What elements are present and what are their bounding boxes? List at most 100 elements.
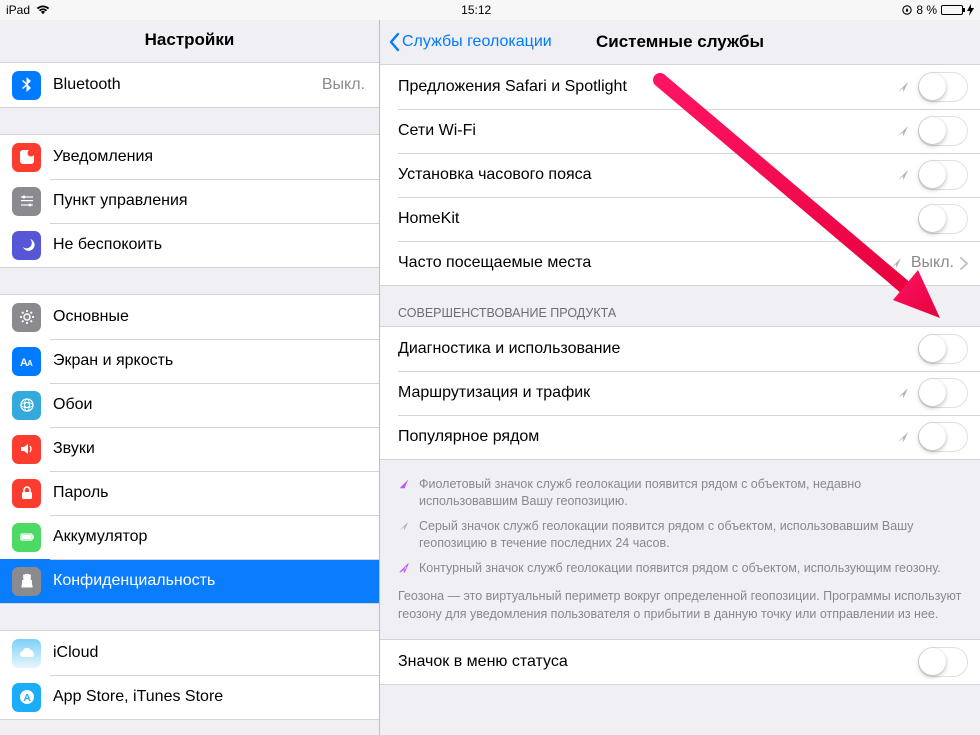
sidebar-item-privacy[interactable]: Конфиденциальность — [0, 559, 379, 603]
sidebar-item-general[interactable]: Основные — [0, 295, 379, 339]
setting-value: Выкл. — [911, 254, 954, 272]
setting-label: Сети Wi-Fi — [398, 122, 896, 140]
sidebar-item-display[interactable]: AA Экран и яркость — [0, 339, 379, 383]
footer-line: Контурный значок служб геолокации появит… — [398, 556, 962, 581]
footer-text: Фиолетовый значок служб геолокации появи… — [419, 476, 962, 510]
sidebar-item-battery[interactable]: Аккумулятор — [0, 515, 379, 559]
toggle-switch[interactable] — [918, 378, 968, 408]
detail-pane: Службы геолокации Системные службы Предл… — [380, 20, 980, 735]
battery-icon — [12, 523, 41, 552]
sidebar-item-label: Основные — [53, 308, 379, 326]
location-indicator-icon — [896, 168, 910, 182]
toggle-switch[interactable] — [918, 422, 968, 452]
svg-text:A: A — [23, 693, 30, 704]
setting-row[interactable]: Предложения Safari и Spotlight — [380, 65, 980, 109]
location-indicator-icon — [896, 124, 910, 138]
settings-sidebar: Настройки Bluetooth Выкл. Уведомления Пу… — [0, 20, 380, 735]
toggle-switch[interactable] — [918, 334, 968, 364]
toggle-switch[interactable] — [918, 116, 968, 146]
setting-row[interactable]: Диагностика и использование — [380, 327, 980, 371]
location-indicator-icon — [398, 520, 410, 532]
toggle-switch[interactable] — [918, 160, 968, 190]
detail-nav: Службы геолокации Системные службы — [380, 20, 980, 64]
sidebar-item-label: Bluetooth — [53, 76, 322, 94]
location-indicator-icon — [896, 386, 910, 400]
footer-text: Геозона — это виртуальный периметр вокру… — [380, 582, 980, 631]
footer-text: Серый значок служб геолокации появится р… — [419, 518, 962, 552]
setting-label: Популярное рядом — [398, 428, 896, 446]
sidebar-item-label: Не беспокоить — [53, 236, 379, 254]
wallpaper-icon — [12, 391, 41, 420]
sidebar-item-value: Выкл. — [322, 76, 379, 94]
control-center-icon — [12, 187, 41, 216]
bluetooth-icon — [12, 71, 41, 100]
footer-line: Фиолетовый значок служб геолокации появи… — [398, 472, 962, 514]
status-bar: iPad 15:12 8 % — [0, 0, 980, 20]
back-button[interactable]: Службы геолокации — [388, 32, 552, 52]
footer-line: Серый значок служб геолокации появится р… — [398, 514, 962, 556]
toggle-switch[interactable] — [918, 72, 968, 102]
sidebar-item-label: Звуки — [53, 440, 379, 458]
section-header: Совершенствование продукта — [380, 286, 980, 326]
setting-row[interactable]: Маршрутизация и трафик — [380, 371, 980, 415]
toggle-switch[interactable] — [918, 647, 968, 677]
setting-row[interactable]: Значок в меню статуса — [380, 640, 980, 684]
sidebar-item-label: iCloud — [53, 644, 379, 662]
sidebar-item-notifications[interactable]: Уведомления — [0, 135, 379, 179]
setting-label: Диагностика и использование — [398, 340, 918, 358]
battery-percentage: 8 % — [916, 3, 937, 17]
charging-icon — [967, 4, 974, 16]
chevron-left-icon — [388, 32, 400, 52]
setting-row[interactable]: HomeKit — [380, 197, 980, 241]
sidebar-item-control-center[interactable]: Пункт управления — [0, 179, 379, 223]
wifi-icon — [36, 5, 50, 15]
sidebar-item-label: Конфиденциальность — [53, 572, 379, 590]
setting-label: Маршрутизация и трафик — [398, 384, 896, 402]
sidebar-item-sounds[interactable]: Звуки — [0, 427, 379, 471]
setting-label: Значок в меню статуса — [398, 653, 918, 671]
setting-row[interactable]: Сети Wi-Fi — [380, 109, 980, 153]
setting-row[interactable]: Часто посещаемые места Выкл. — [380, 241, 980, 285]
location-indicator-icon — [896, 80, 910, 94]
display-icon: AA — [12, 347, 41, 376]
setting-row[interactable]: Популярное рядом — [380, 415, 980, 459]
sounds-icon — [12, 435, 41, 464]
sidebar-title: Настройки — [0, 20, 379, 62]
passcode-icon — [12, 479, 41, 508]
sidebar-item-label: Уведомления — [53, 148, 379, 166]
sidebar-item-label: Пароль — [53, 484, 379, 502]
general-icon — [12, 303, 41, 332]
dnd-icon — [12, 231, 41, 260]
footer-text: Контурный значок служб геолокации появит… — [419, 560, 962, 577]
setting-label: HomeKit — [398, 210, 918, 228]
setting-label: Установка часового пояса — [398, 166, 896, 184]
sidebar-item-bluetooth[interactable]: Bluetooth Выкл. — [0, 63, 379, 107]
battery-icon — [941, 5, 963, 15]
location-indicator-icon — [889, 256, 903, 270]
sidebar-item-dnd[interactable]: Не беспокоить — [0, 223, 379, 267]
sidebar-item-label: Обои — [53, 396, 379, 414]
sidebar-item-wallpaper[interactable]: Обои — [0, 383, 379, 427]
orientation-lock-icon — [902, 5, 912, 15]
privacy-icon — [12, 567, 41, 596]
sidebar-item-label: App Store, iTunes Store — [53, 688, 379, 706]
location-indicator-icon — [398, 562, 410, 574]
setting-label: Часто посещаемые места — [398, 254, 889, 272]
setting-row[interactable]: Установка часового пояса — [380, 153, 980, 197]
sidebar-item-passcode[interactable]: Пароль — [0, 471, 379, 515]
sidebar-item-label: Пункт управления — [53, 192, 379, 210]
icloud-icon — [12, 639, 41, 668]
notifications-icon — [12, 143, 41, 172]
sidebar-item-label: Экран и яркость — [53, 352, 379, 370]
appstore-icon: A — [12, 683, 41, 712]
sidebar-item-label: Аккумулятор — [53, 528, 379, 546]
setting-label: Предложения Safari и Spotlight — [398, 78, 896, 96]
location-indicator-icon — [398, 478, 410, 490]
sidebar-item-icloud[interactable]: iCloud — [0, 631, 379, 675]
clock: 15:12 — [461, 3, 491, 17]
sidebar-item-appstore[interactable]: A App Store, iTunes Store — [0, 675, 379, 719]
device-name: iPad — [6, 3, 30, 17]
svg-text:A: A — [27, 359, 33, 368]
toggle-switch[interactable] — [918, 204, 968, 234]
location-indicator-icon — [896, 430, 910, 444]
